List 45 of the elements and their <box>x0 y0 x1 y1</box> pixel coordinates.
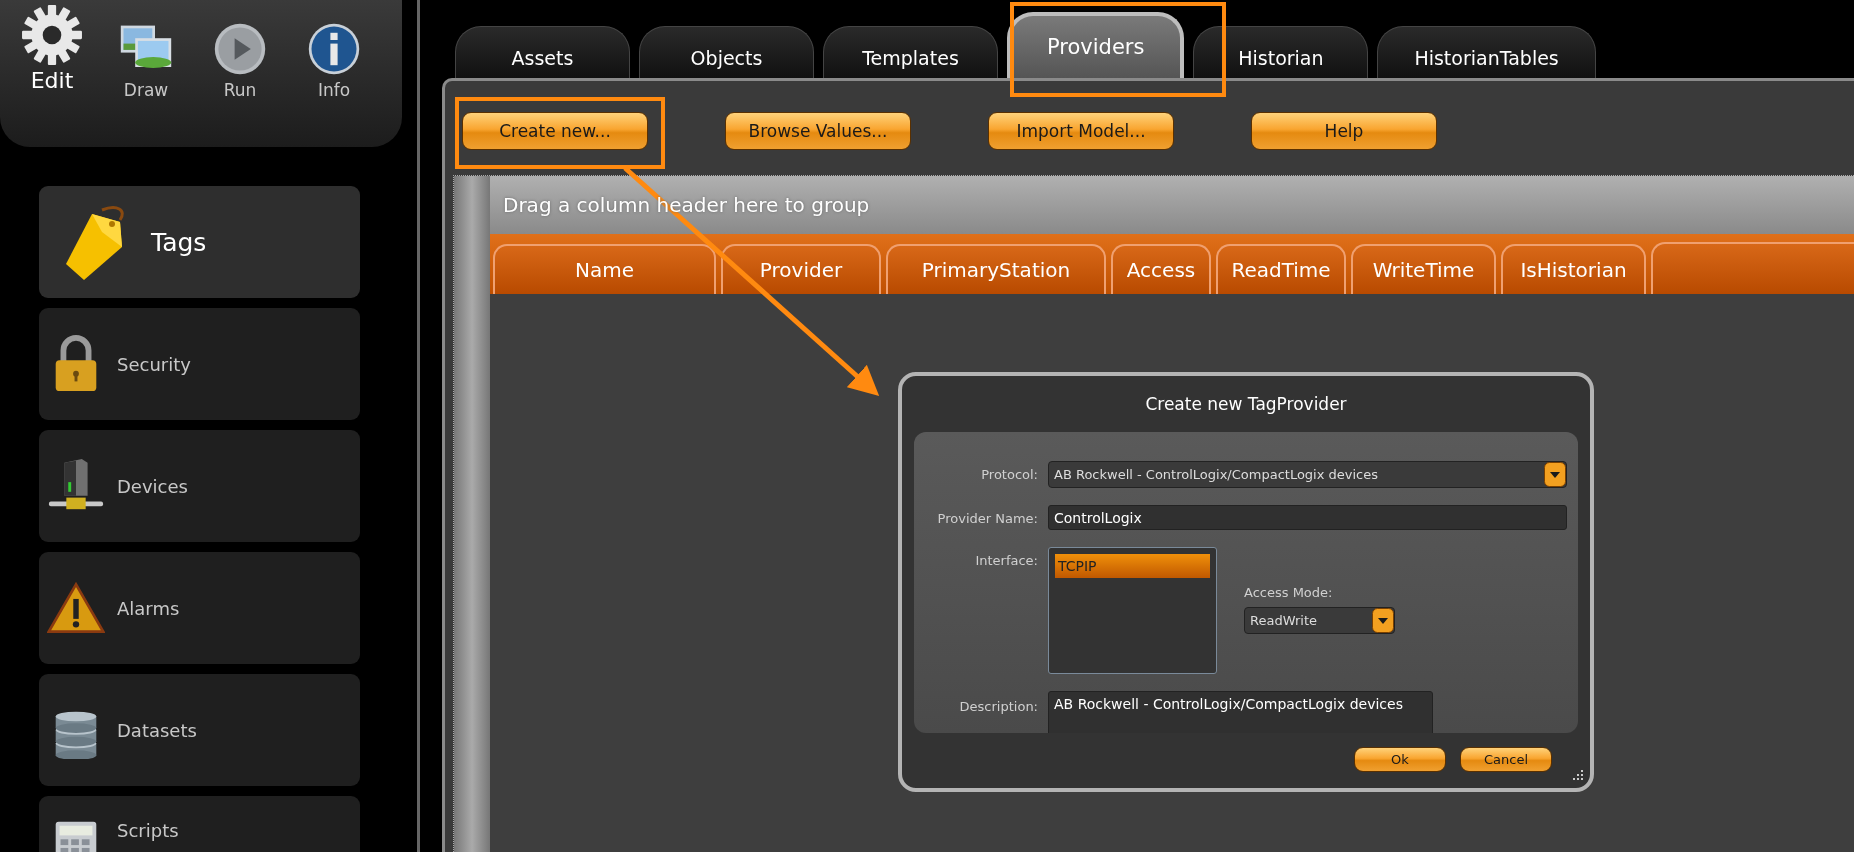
action-button[interactable]: Create new... <box>462 112 648 150</box>
dialog-button[interactable]: Ok <box>1354 747 1446 772</box>
sidebar-item[interactable]: Scripts <box>39 796 360 852</box>
provider-name-field[interactable]: ControlLogix <box>1048 505 1567 530</box>
column-header[interactable]: Provider <box>721 244 881 294</box>
mode-button[interactable]: Info <box>298 0 370 147</box>
action-button[interactable]: Import Model... <box>988 112 1174 150</box>
sidebar-item[interactable]: Datasets <box>39 674 360 786</box>
field-label: Interface: <box>974 552 1038 568</box>
description-field[interactable]: AB Rockwell - ControlLogix/CompactLogix devices <box>1048 691 1433 733</box>
tab[interactable]: Historian <box>1193 26 1369 78</box>
protocol-dropdown[interactable]: AB Rockwell - ControlLogix/CompactLogix devices <box>1048 461 1567 488</box>
gear-icon <box>21 4 83 66</box>
sidebar-item[interactable]: Alarms <box>39 552 360 664</box>
dialog-title: Create new TagProvider <box>1144 393 1348 416</box>
sidebar-item[interactable]: Security <box>39 308 360 420</box>
list-item[interactable]: TCPIP <box>1055 554 1210 578</box>
dialog-button[interactable]: Cancel <box>1460 747 1552 772</box>
tab[interactable]: Assets <box>455 26 630 78</box>
field-label: Description: <box>958 698 1038 714</box>
tab[interactable]: HistorianTables <box>1377 26 1596 78</box>
mode-button[interactable]: Edit <box>16 0 88 147</box>
access-mode-dropdown[interactable]: ReadWrite <box>1244 607 1395 634</box>
action-button[interactable]: Browse Values... <box>725 112 911 150</box>
field-label: Access Mode: <box>1244 585 1334 600</box>
mode-button[interactable]: Draw <box>110 0 182 147</box>
column-header[interactable]: IsHistorian <box>1501 244 1646 294</box>
column-header[interactable]: PrimaryStation <box>886 244 1106 294</box>
column-header[interactable]: WriteTime <box>1351 244 1496 294</box>
action-button[interactable]: Help <box>1251 112 1437 150</box>
dropdown-caret-icon[interactable] <box>1372 608 1394 633</box>
play-icon <box>213 22 267 76</box>
tab[interactable]: Providers <box>1007 12 1185 78</box>
column-header[interactable]: Name <box>493 244 716 294</box>
info-icon <box>307 22 361 76</box>
mode-button[interactable]: Run <box>204 0 276 147</box>
dropdown-caret-icon[interactable] <box>1544 462 1566 487</box>
sidebar-item[interactable]: Devices <box>39 430 360 542</box>
field-label: Provider Name: <box>936 510 1038 526</box>
tab[interactable]: Objects <box>639 26 814 78</box>
column-header[interactable]: ReadTime <box>1216 244 1346 294</box>
field-label: Protocol: <box>980 466 1038 482</box>
sidebar-item[interactable]: Tags <box>39 186 360 298</box>
column-header[interactable]: Access <box>1111 244 1211 294</box>
tab[interactable]: Templates <box>823 26 998 78</box>
